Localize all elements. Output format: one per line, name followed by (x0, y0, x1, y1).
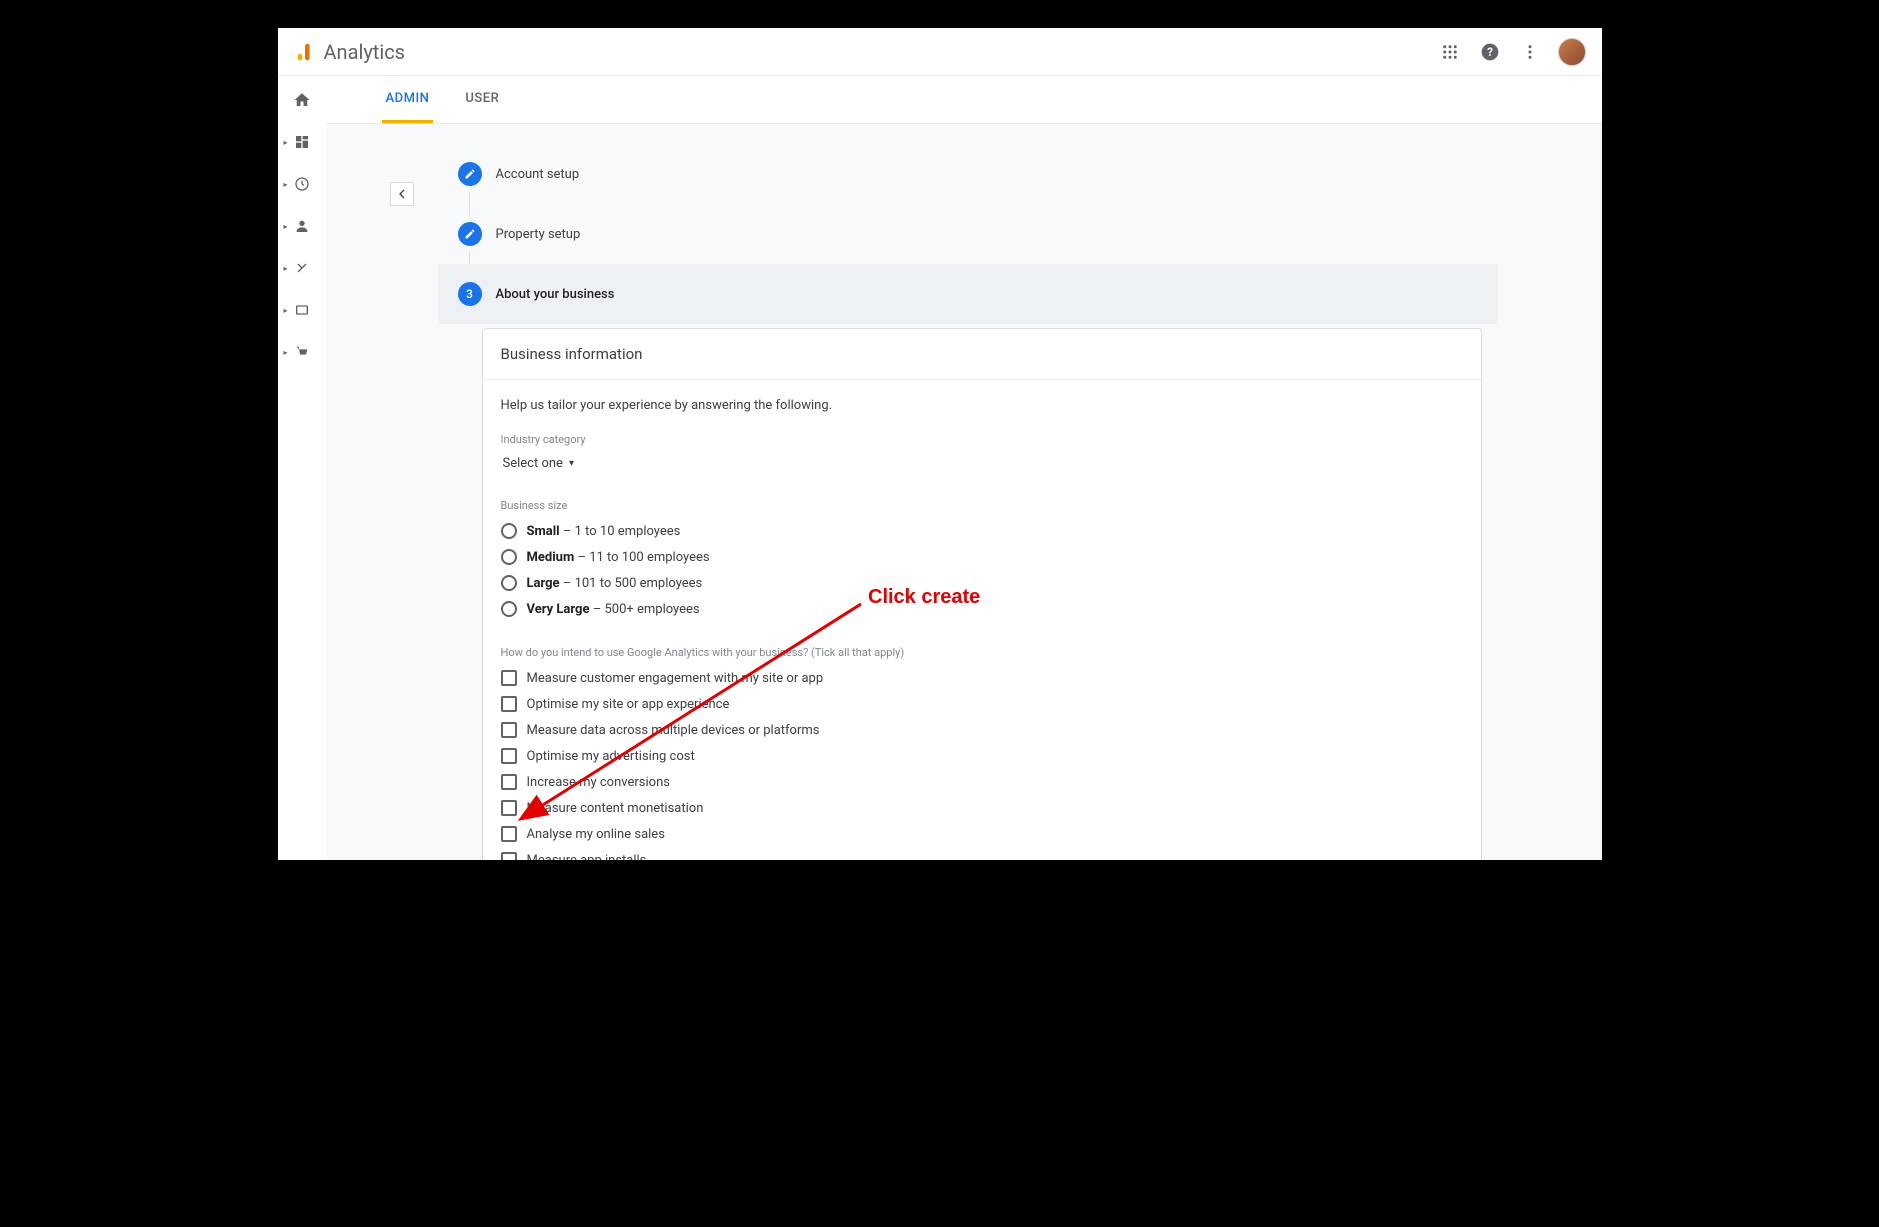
dropdown-value: Select one (503, 456, 563, 471)
checkbox-icon (501, 800, 517, 816)
checkbox-icon (501, 748, 517, 764)
nav-acquisition-icon[interactable]: ▸ (286, 256, 318, 280)
size-desc: – 11 to 100 employees (577, 550, 709, 565)
nav-behavior-icon[interactable]: ▸ (286, 298, 318, 322)
size-name: Small (527, 524, 560, 539)
industry-dropdown[interactable]: Select one ▾ (501, 452, 576, 475)
edit-icon (458, 222, 482, 246)
svg-text:?: ? (1487, 45, 1493, 59)
step-label: About your business (496, 287, 615, 302)
checkbox-icon (501, 826, 517, 842)
checkbox-icon (501, 670, 517, 686)
nav-home-icon[interactable] (286, 88, 318, 112)
checkbox-icon (501, 722, 517, 738)
intent-option[interactable]: Measure app installs (501, 847, 1463, 860)
content-area: ADMIN USER Account setup Property setup (326, 76, 1602, 860)
intent-option[interactable]: Measure data across multiple devices or … (501, 717, 1463, 743)
step-label: Property setup (496, 227, 581, 242)
app-name: Analytics (324, 40, 406, 64)
size-label: Business size (501, 499, 1463, 512)
size-desc: – 1 to 10 employees (563, 524, 681, 539)
radio-icon (501, 549, 517, 565)
step-business: 3 About your business (438, 264, 1498, 324)
apps-icon[interactable] (1438, 40, 1462, 64)
nav-audience-icon[interactable]: ▸ (286, 214, 318, 238)
radio-icon (501, 575, 517, 591)
app-header: Analytics ? (278, 28, 1602, 76)
intent-label: Measure customer engagement with my site… (527, 671, 824, 686)
radio-icon (501, 523, 517, 539)
analytics-logo-icon (294, 41, 316, 63)
nav-realtime-icon[interactable]: ▸ (286, 172, 318, 196)
checkbox-icon (501, 852, 517, 860)
size-name: Medium (527, 550, 575, 565)
app-logo[interactable]: Analytics (294, 40, 406, 64)
intent-label: Analyse my online sales (527, 827, 665, 842)
chevron-down-icon: ▾ (569, 458, 574, 469)
setup-stepper: Account setup Property setup 3 About you… (438, 144, 1498, 860)
help-icon[interactable]: ? (1478, 40, 1502, 64)
size-option[interactable]: Small – 1 to 10 employees (501, 518, 1463, 544)
size-name: Very Large (527, 602, 590, 617)
intent-label: Measure data across multiple devices or … (527, 723, 820, 738)
size-option[interactable]: Large – 101 to 500 employees (501, 570, 1463, 596)
size-desc: – 101 to 500 employees (563, 576, 702, 591)
intent-option[interactable]: Optimise my site or app experience (501, 691, 1463, 717)
tab-admin[interactable]: ADMIN (382, 76, 434, 123)
tab-user[interactable]: USER (461, 76, 503, 123)
checkbox-icon (501, 696, 517, 712)
step-account[interactable]: Account setup (438, 144, 1498, 204)
step-property[interactable]: Property setup (438, 204, 1498, 264)
more-icon[interactable] (1518, 40, 1542, 64)
size-name: Large (527, 576, 560, 591)
intent-label: How do you intend to use Google Analytic… (501, 646, 1463, 659)
left-sidebar: ▸ ▸ ▸ ▸ ▸ ▸ (278, 76, 326, 860)
card-title: Business information (483, 329, 1481, 380)
size-desc: – 500+ employees (593, 602, 700, 617)
size-option[interactable]: Very Large – 500+ employees (501, 596, 1463, 622)
checkbox-icon (501, 774, 517, 790)
intent-option[interactable]: Measure customer engagement with my site… (501, 665, 1463, 691)
intent-label: Optimise my advertising cost (527, 749, 695, 764)
intent-option[interactable]: Optimise my advertising cost (501, 743, 1463, 769)
nav-conversions-icon[interactable]: ▸ (286, 340, 318, 364)
back-button[interactable] (390, 182, 414, 206)
nav-dashboard-icon[interactable]: ▸ (286, 130, 318, 154)
intent-label: Increase my conversions (527, 775, 670, 790)
intent-option[interactable]: Analyse my online sales (501, 821, 1463, 847)
business-info-card: Business information Help us tailor your… (482, 328, 1482, 860)
user-avatar[interactable] (1558, 38, 1586, 66)
step-label: Account setup (496, 167, 580, 182)
industry-label: Industry category (501, 433, 1463, 446)
intent-label: Optimise my site or app experience (527, 697, 730, 712)
admin-tabs: ADMIN USER (326, 76, 1602, 124)
edit-icon (458, 162, 482, 186)
intent-label: Measure app installs (527, 853, 647, 861)
intent-label: Measure content monetisation (527, 801, 704, 816)
size-option[interactable]: Medium – 11 to 100 employees (501, 544, 1463, 570)
radio-icon (501, 601, 517, 617)
intent-option[interactable]: Measure content monetisation (501, 795, 1463, 821)
step-number: 3 (458, 282, 482, 306)
help-text: Help us tailor your experience by answer… (501, 398, 1463, 413)
intent-option[interactable]: Increase my conversions (501, 769, 1463, 795)
